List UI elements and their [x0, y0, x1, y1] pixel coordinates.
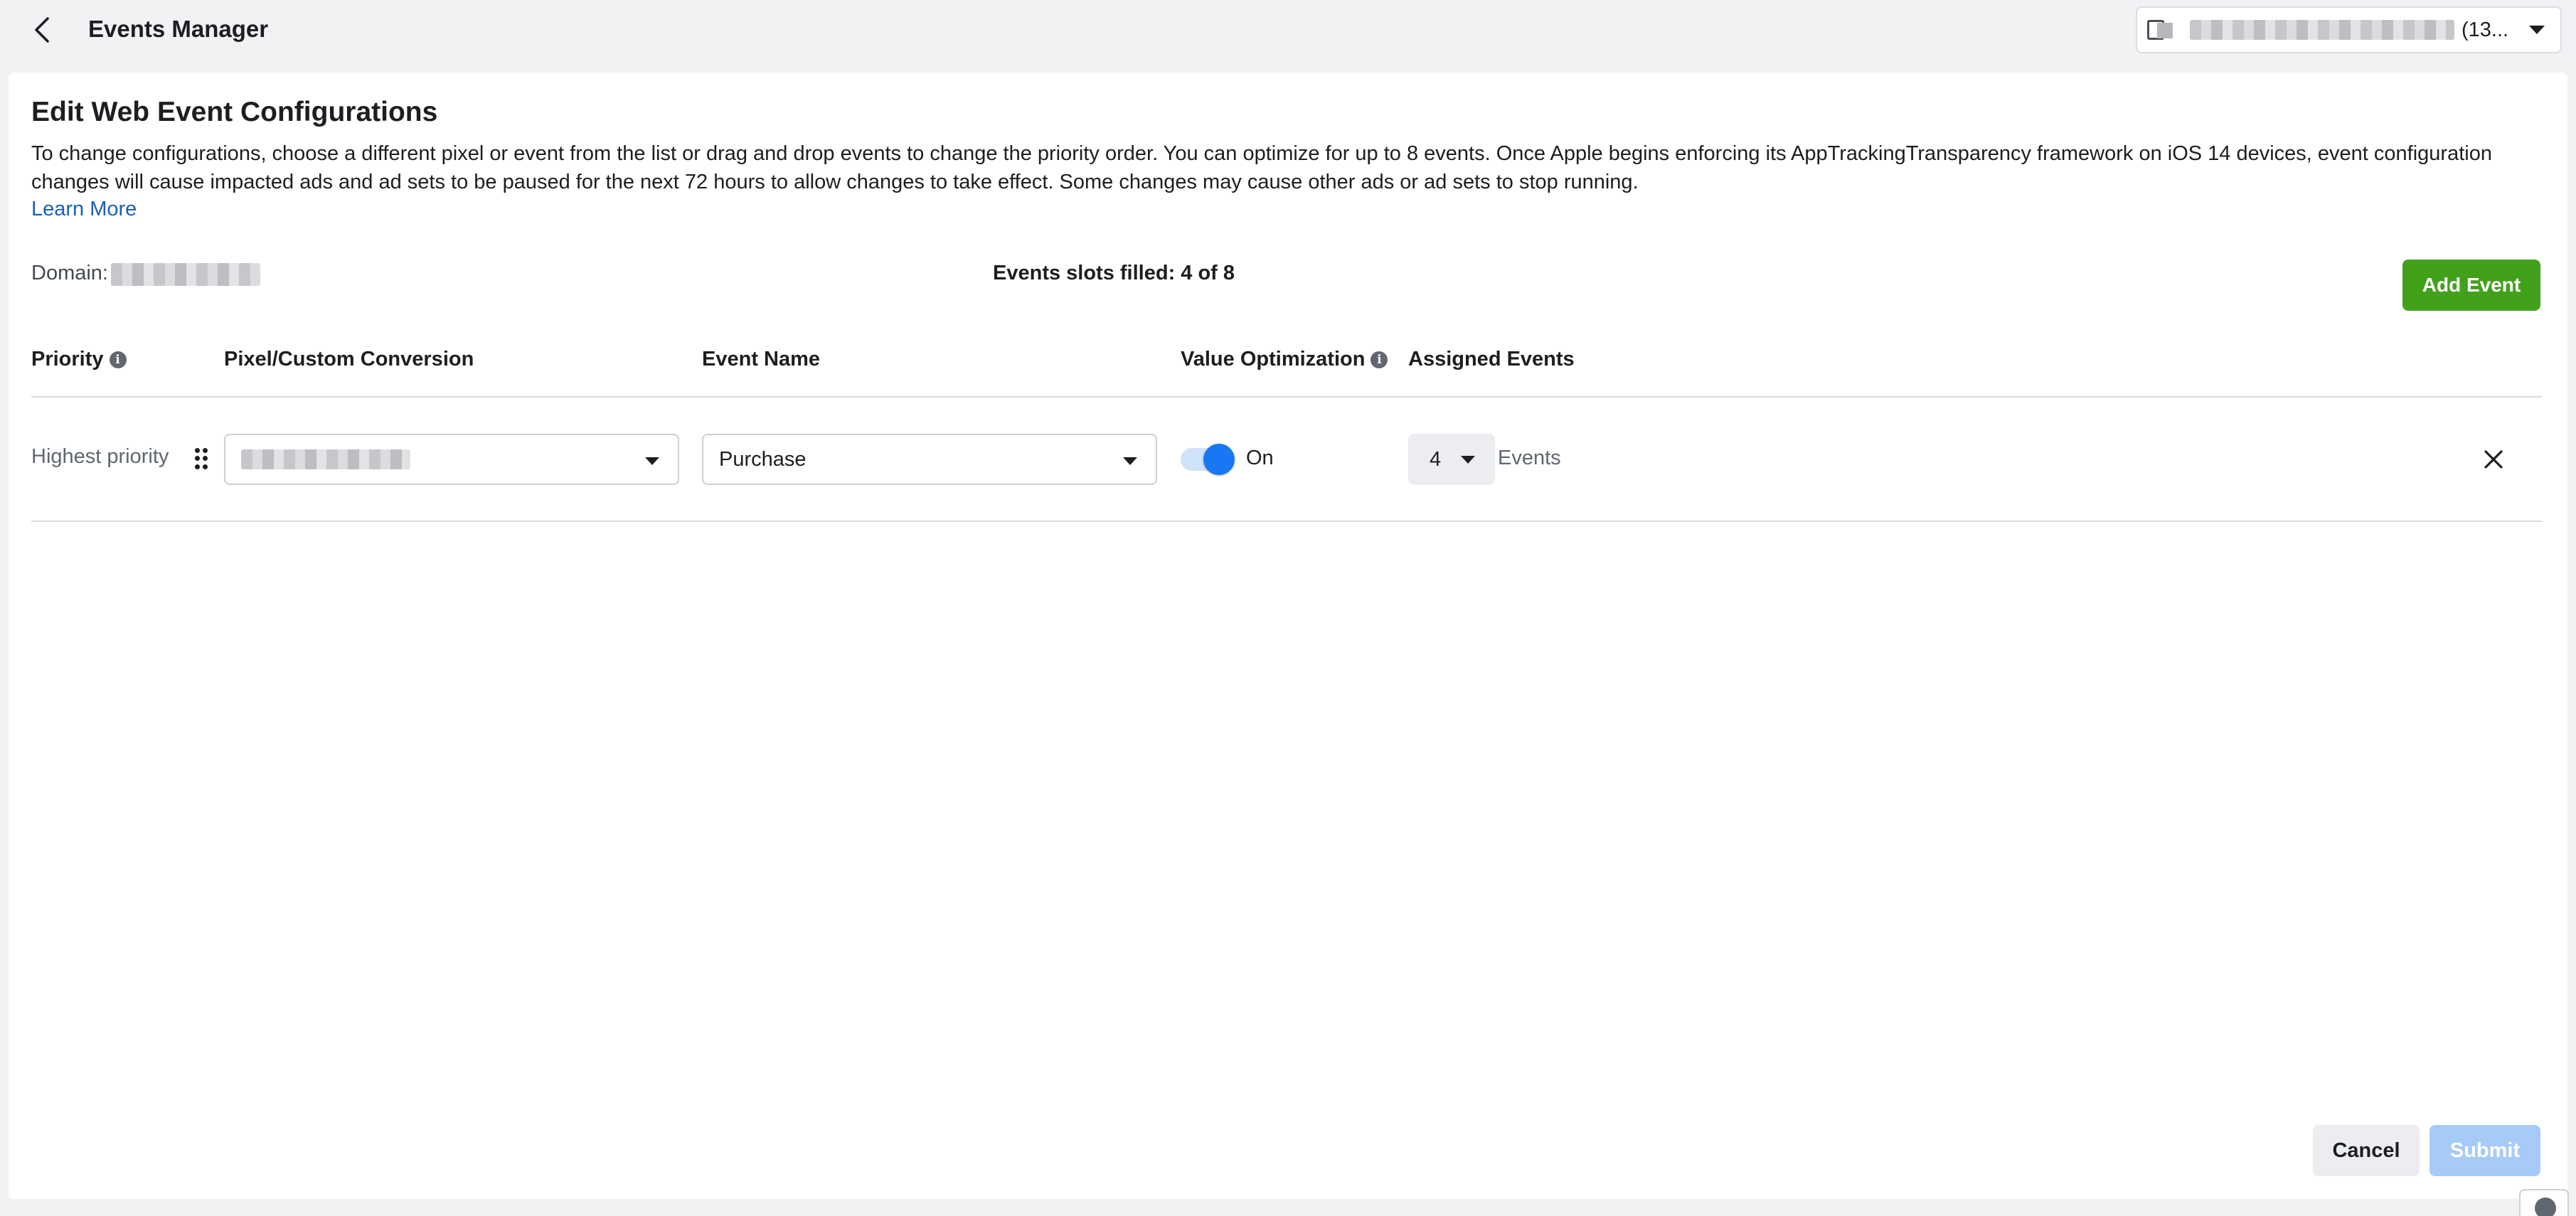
- event-name-value: Purchase: [719, 447, 807, 471]
- drag-handle-icon[interactable]: [195, 448, 208, 469]
- event-slots-counter: Events slots filled: 4 of 8: [993, 262, 1235, 284]
- assigned-events-count: 4: [1430, 447, 1442, 471]
- caret-down-icon: [1461, 456, 1475, 464]
- assigned-events-suffix: Events: [1498, 447, 1561, 469]
- column-header-label: Value Optimization: [1181, 348, 1366, 370]
- page-title: Edit Web Event Configurations: [31, 97, 438, 127]
- value-optimization-state: On: [1246, 447, 1274, 469]
- page-description: To change configurations, choose a diffe…: [31, 142, 2492, 193]
- ad-account-icon: [2147, 17, 2176, 43]
- ad-account-selector[interactable]: (13...: [2136, 6, 2562, 53]
- domain-value-redacted: [111, 263, 260, 286]
- divider: [31, 396, 2542, 398]
- column-header-label: Priority: [31, 348, 104, 370]
- info-icon[interactable]: i: [1371, 351, 1388, 368]
- remove-event-button[interactable]: [2476, 442, 2511, 476]
- chevron-left-icon: [35, 17, 49, 43]
- top-bar: Events Manager (13...: [0, 0, 2576, 63]
- pixel-select[interactable]: [224, 434, 679, 485]
- value-optimization-toggle[interactable]: [1181, 444, 1235, 475]
- caret-down-icon: [645, 457, 659, 465]
- column-header-assigned-events: Assigned Events: [1408, 348, 1575, 370]
- column-header-pixel: Pixel/Custom Conversion: [224, 348, 474, 370]
- back-button[interactable]: [26, 13, 60, 47]
- divider: [31, 521, 2542, 522]
- caret-down-icon: [1123, 457, 1137, 465]
- domain-label: Domain:: [31, 262, 108, 284]
- column-header-priority: Priority i: [31, 348, 127, 371]
- event-name-select[interactable]: Purchase: [702, 434, 1157, 485]
- info-icon[interactable]: i: [109, 351, 127, 368]
- caret-down-icon: [2529, 26, 2545, 34]
- close-icon: [2484, 450, 2503, 469]
- submit-button[interactable]: Submit: [2429, 1125, 2540, 1176]
- column-header-event-name: Event Name: [702, 348, 821, 370]
- assigned-events-count-select[interactable]: 4: [1408, 434, 1495, 485]
- column-header-value-optimization: Value Optimization i: [1181, 348, 1388, 371]
- event-configuration-card: Edit Web Event Configurations To change …: [9, 73, 2567, 1199]
- app-title: Events Manager: [88, 16, 269, 42]
- cancel-button[interactable]: Cancel: [2313, 1125, 2420, 1176]
- account-id: (13...: [2461, 18, 2509, 41]
- help-widget[interactable]: [2519, 1189, 2569, 1216]
- pixel-value-redacted: [241, 449, 410, 469]
- globe-icon: [2535, 1198, 2556, 1216]
- account-name-redacted: [2190, 20, 2454, 40]
- priority-label: Highest priority: [31, 445, 169, 468]
- learn-more-link[interactable]: Learn More: [31, 198, 137, 221]
- add-event-button[interactable]: Add Event: [2402, 260, 2540, 311]
